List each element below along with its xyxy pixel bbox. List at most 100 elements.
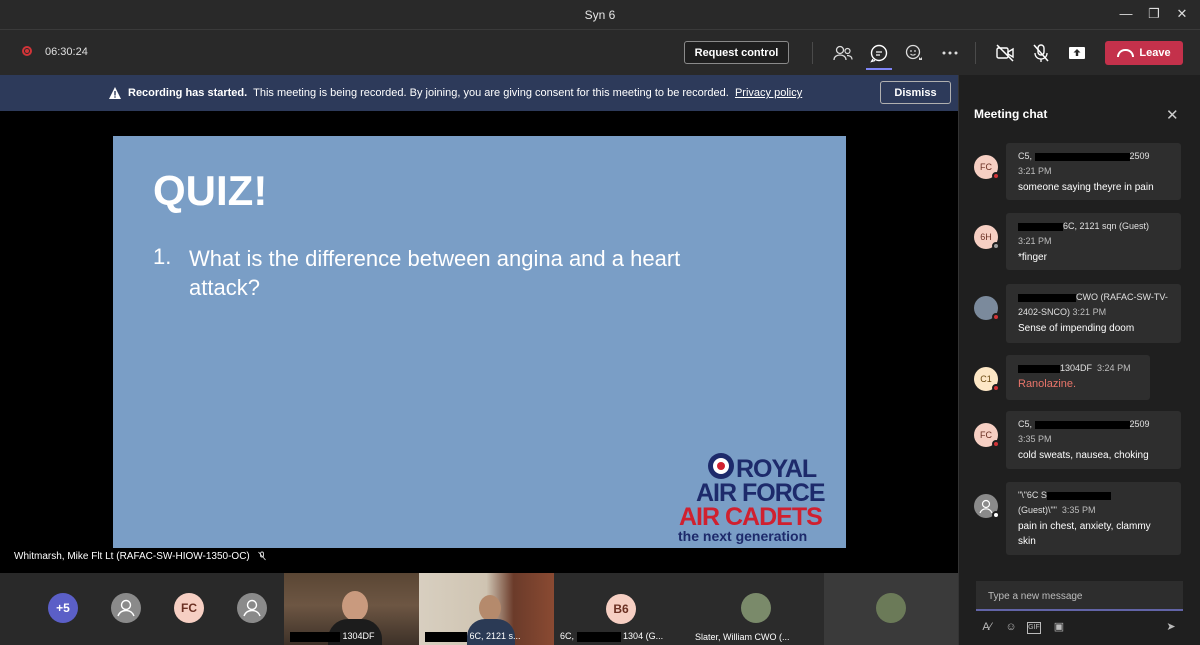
message-time: 3:24 PM bbox=[1097, 363, 1131, 373]
minimize-icon[interactable]: — bbox=[1118, 6, 1134, 22]
chat-avatar: FC bbox=[974, 155, 1000, 180]
sender-name-suffix: 2509 bbox=[1129, 151, 1150, 161]
participant-face bbox=[479, 595, 501, 621]
sender-name: 1304DF bbox=[1060, 363, 1093, 373]
avatar-initials: FC bbox=[980, 430, 992, 440]
slide-question-number: 1. bbox=[153, 244, 172, 269]
sender-name: C5, bbox=[1018, 151, 1033, 161]
chat-avatar: C1 bbox=[974, 367, 1000, 392]
participant-tile[interactable] bbox=[824, 573, 958, 645]
message-time: 3:21 PM bbox=[1018, 236, 1052, 246]
sender-name-suffix: 2509 bbox=[1129, 419, 1150, 429]
toolbar-divider bbox=[975, 42, 976, 64]
meeting-timer: 06:30:24 bbox=[45, 46, 88, 58]
message-text: cold sweats, nausea, choking bbox=[1018, 450, 1149, 461]
participant-video-tile[interactable]: 1304DF bbox=[284, 573, 419, 645]
more-options-icon[interactable] bbox=[939, 42, 961, 64]
send-icon[interactable]: ➤ bbox=[1163, 619, 1179, 635]
participant-tile[interactable]: B6 6C, 1304 (G... bbox=[554, 573, 689, 645]
tile-caption: 6C, 2121 s... bbox=[419, 631, 554, 642]
mic-off-icon[interactable] bbox=[1030, 42, 1052, 64]
chat-bubble: "\"6C S (Guest)\"" 3:35 PM pain in chest… bbox=[1006, 482, 1181, 555]
chat-bubble: C5, 2509 3:21 PM someone saying theyre i… bbox=[1006, 143, 1181, 200]
chat-icon[interactable] bbox=[868, 42, 890, 64]
share-screen-icon[interactable] bbox=[1066, 42, 1088, 64]
chat-bubble: C5, 2509 3:35 PM cold sweats, nausea, ch… bbox=[1006, 411, 1181, 469]
emoji-icon[interactable]: ☺ bbox=[1003, 619, 1019, 635]
restore-icon[interactable]: ❐ bbox=[1146, 6, 1162, 22]
tile-caption-text: Slater, William CWO (... bbox=[695, 632, 790, 642]
phone-hangup-icon bbox=[1117, 49, 1135, 58]
slide-title: QUIZ! bbox=[153, 167, 268, 214]
meeting-toolbar: 06:30:24 Request control Leave bbox=[0, 30, 1200, 75]
presenter-label: Whitmarsh, Mike Flt Lt (RAFAC-SW-HIOW-13… bbox=[14, 551, 267, 562]
mic-off-icon bbox=[257, 551, 266, 561]
status-icon bbox=[992, 511, 1000, 519]
logo-line-tagline: the next generation bbox=[678, 528, 808, 544]
more-participants-button[interactable]: +5 bbox=[48, 593, 78, 623]
chat-bubble: 6C, 2121 sqn (Guest) 3:21 PM *finger bbox=[1006, 213, 1181, 270]
participant-avatar[interactable] bbox=[111, 593, 141, 623]
chat-bubble: CWO (RAFAC-SW-TV-2402-SNCO) 3:21 PM Sens… bbox=[1006, 284, 1181, 343]
sender-name-suffix: (Guest)\"" bbox=[1018, 505, 1057, 515]
message-text: Sense of impending doom bbox=[1018, 323, 1135, 334]
tile-caption-text: 1304DF bbox=[342, 631, 375, 642]
request-control-button[interactable]: Request control bbox=[684, 41, 789, 64]
chat-photo-avatar bbox=[974, 296, 1000, 321]
dismiss-button[interactable]: Dismiss bbox=[880, 81, 951, 104]
status-icon bbox=[992, 172, 1000, 180]
avatar-initials: 6H bbox=[980, 232, 992, 242]
recording-icon bbox=[22, 46, 32, 56]
privacy-policy-link[interactable]: Privacy policy bbox=[735, 87, 802, 99]
chat-avatar: 6H bbox=[974, 225, 1000, 250]
title-bar: Syn 6 — ❐ ✕ bbox=[0, 0, 1200, 30]
message-input[interactable] bbox=[986, 587, 1180, 605]
chat-active-indicator bbox=[866, 68, 892, 70]
participant-tile[interactable]: Slater, William CWO (... bbox=[689, 573, 824, 645]
avatar-initials: FC bbox=[980, 162, 992, 172]
recording-bold-text: Recording has started. bbox=[128, 87, 248, 99]
chat-title: Meeting chat bbox=[974, 107, 1048, 121]
reactions-icon[interactable] bbox=[903, 42, 925, 64]
raf-air-cadets-logo: ROYAL AIR FORCE AIR CADETS the next gene… bbox=[676, 451, 836, 546]
message-time: 3:35 PM bbox=[1061, 505, 1096, 515]
status-icon bbox=[992, 440, 1000, 448]
chat-avatar bbox=[974, 494, 1000, 519]
sticker-icon[interactable]: ▣ bbox=[1051, 619, 1067, 635]
status-icon bbox=[992, 384, 1000, 392]
tile-caption-text: 6C, 2121 s... bbox=[469, 631, 521, 642]
participant-photo-avatar bbox=[741, 593, 771, 623]
camera-off-icon[interactable] bbox=[994, 42, 1016, 64]
message-composer[interactable] bbox=[976, 581, 1183, 611]
participant-avatar-b6: B6 bbox=[606, 594, 636, 624]
sender-name: 6C, 2121 sqn (Guest) bbox=[1063, 221, 1150, 231]
recording-banner: Recording has started. This meeting is b… bbox=[0, 75, 958, 111]
message-time: 3:21 PM bbox=[1018, 166, 1052, 176]
participant-avatar-fc[interactable]: FC bbox=[174, 593, 204, 623]
participant-gallery: +5 FC 1304DF 6C, 2121 s... B6 6C, 1304 (… bbox=[0, 573, 958, 645]
leave-label: Leave bbox=[1139, 47, 1171, 59]
toolbar-divider bbox=[812, 42, 813, 64]
sender-name: C5, bbox=[1018, 419, 1033, 429]
status-icon bbox=[992, 242, 1000, 250]
message-text: someone saying theyre in pain bbox=[1018, 182, 1154, 193]
participants-icon[interactable] bbox=[832, 42, 854, 64]
tile-caption-prefix: 6C, bbox=[560, 631, 575, 642]
format-icon[interactable]: A⁄ bbox=[979, 619, 995, 635]
participant-avatar[interactable] bbox=[237, 593, 267, 623]
recording-consent-text: This meeting is being recorded. By joini… bbox=[253, 87, 729, 99]
status-icon bbox=[992, 313, 1000, 321]
gif-icon[interactable]: GIF bbox=[1027, 622, 1041, 634]
participant-video-tile[interactable]: 6C, 2121 s... bbox=[419, 573, 554, 645]
person-icon bbox=[243, 599, 261, 617]
close-window-icon[interactable]: ✕ bbox=[1174, 6, 1190, 22]
tile-caption: 1304DF bbox=[284, 631, 419, 642]
close-icon[interactable]: ✕ bbox=[1166, 106, 1179, 124]
participant-photo-avatar bbox=[876, 593, 906, 623]
meeting-chat-panel: Meeting chat ✕ FC C5, 2509 3:21 PM someo… bbox=[958, 75, 1200, 645]
leave-button[interactable]: Leave bbox=[1105, 41, 1183, 65]
message-time: 3:35 PM bbox=[1018, 434, 1052, 444]
recording-message: Recording has started. This meeting is b… bbox=[128, 87, 802, 99]
presentation-slide: QUIZ! 1. What is the difference between … bbox=[113, 136, 846, 548]
message-text: Ranolazine. bbox=[1018, 378, 1077, 390]
